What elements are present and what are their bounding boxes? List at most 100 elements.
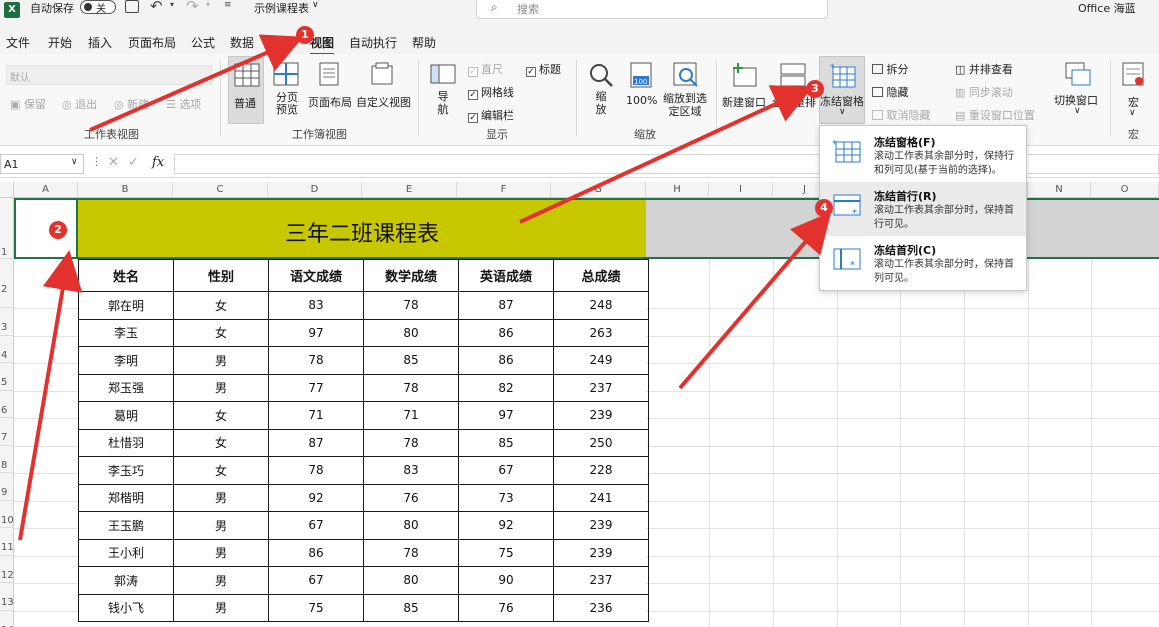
row-header[interactable]: 12 [0, 556, 14, 583]
tab-formulas[interactable]: 公式 [191, 34, 215, 51]
cell[interactable]: 男 [173, 346, 269, 375]
cell[interactable]: 郑楷明 [78, 483, 174, 512]
cell[interactable]: 女 [173, 401, 269, 430]
tab-data[interactable]: 数据 [230, 34, 254, 51]
cell[interactable]: 85 [458, 428, 554, 457]
cell[interactable]: 李明 [78, 346, 174, 375]
cell[interactable]: 92 [458, 511, 554, 540]
header-cell[interactable]: 总成绩 [553, 259, 649, 292]
cell[interactable]: 239 [553, 538, 649, 567]
cell-a1[interactable] [14, 198, 78, 259]
insert-function-icon[interactable]: fx [152, 155, 164, 170]
customize-qat-icon[interactable]: ≡ [224, 0, 232, 10]
redo-dropdown-icon[interactable]: ▾ [206, 0, 210, 9]
cell[interactable]: 80 [363, 566, 459, 595]
row-header[interactable]: 3 [0, 308, 14, 336]
cell[interactable]: 92 [268, 483, 364, 512]
side-by-side-button[interactable]: ◫ 并排查看 [955, 61, 1013, 77]
column-header[interactable]: D [268, 182, 362, 198]
cell[interactable]: 80 [363, 318, 459, 347]
autosave-toggle[interactable]: 关 [80, 0, 116, 15]
row-header[interactable]: 10 [0, 501, 14, 528]
undo-dropdown-icon[interactable]: ▾ [170, 0, 174, 9]
cell[interactable]: 228 [553, 456, 649, 485]
cell[interactable]: 女 [173, 318, 269, 347]
filename-chevron-icon[interactable]: ∨ [312, 0, 319, 10]
navigation-button[interactable]: 导航 [428, 56, 458, 124]
cell[interactable]: 71 [363, 401, 459, 430]
select-all-corner[interactable] [0, 182, 14, 198]
cell[interactable]: 248 [553, 291, 649, 320]
cell[interactable]: 男 [173, 373, 269, 402]
cell[interactable]: 87 [458, 291, 554, 320]
row-header[interactable]: 5 [0, 363, 14, 391]
cell[interactable]: 王小利 [78, 538, 174, 567]
name-box-chevron-icon[interactable]: ∨ [71, 157, 78, 167]
row-header[interactable]: 9 [0, 473, 14, 501]
cell[interactable]: 73 [458, 483, 554, 512]
cell[interactable]: 女 [173, 291, 269, 320]
cell[interactable]: 78 [268, 346, 364, 375]
cell[interactable]: 葛明 [78, 401, 174, 430]
row-header[interactable]: 2 [0, 259, 14, 308]
cell[interactable]: 83 [363, 456, 459, 485]
cell[interactable]: 86 [268, 538, 364, 567]
cell[interactable]: 78 [268, 456, 364, 485]
save-icon[interactable] [125, 0, 139, 13]
cell[interactable]: 王玉鹏 [78, 511, 174, 540]
macros-button[interactable]: 宏 ∨ [1116, 56, 1152, 124]
cell[interactable]: 87 [268, 428, 364, 457]
name-box[interactable]: A1 ∨ [0, 154, 84, 174]
menu-item-freeze-panes[interactable]: * 冻结窗格(F) 滚动工作表其余部分时，保持行和列可见(基于当前的选择)。 [820, 128, 1026, 182]
tab-insert[interactable]: 插入 [88, 34, 112, 51]
cell[interactable]: 83 [268, 291, 364, 320]
page-break-button[interactable]: 分页预览 [268, 56, 304, 124]
cell[interactable]: 78 [363, 373, 459, 402]
cell[interactable]: 75 [458, 538, 554, 567]
cell[interactable]: 李玉 [78, 318, 174, 347]
tab-file[interactable]: 文件 [6, 34, 30, 51]
header-cell[interactable]: 英语成绩 [458, 259, 554, 292]
cell[interactable]: 239 [553, 401, 649, 430]
zoom-button[interactable]: 缩放 [586, 56, 616, 124]
cell[interactable]: 82 [458, 373, 554, 402]
confirm-entry-icon[interactable]: ✓ [128, 155, 139, 170]
cell[interactable]: 263 [553, 318, 649, 347]
tab-review[interactable]: 审阅 [270, 34, 294, 51]
cell[interactable]: 90 [458, 566, 554, 595]
page-layout-button[interactable]: 页面布局 [306, 56, 352, 124]
tab-page-layout[interactable]: 页面布局 [128, 34, 176, 51]
normal-view-button[interactable]: 普通 [228, 56, 264, 124]
cell[interactable]: 78 [363, 291, 459, 320]
split-button[interactable]: 拆分 [872, 61, 909, 77]
menu-item-freeze-top-row[interactable]: * 冻结首行(R) 滚动工作表其余部分时，保持首行可见。 [820, 182, 1026, 236]
column-header[interactable]: N [1028, 182, 1091, 198]
header-cell[interactable]: 数学成绩 [363, 259, 459, 292]
header-cell[interactable]: 姓名 [78, 259, 174, 292]
column-header[interactable]: H [646, 182, 709, 198]
tab-home[interactable]: 开始 [48, 34, 72, 51]
cell[interactable]: 97 [458, 401, 554, 430]
column-header[interactable]: F [457, 182, 551, 198]
cell[interactable]: 71 [268, 401, 364, 430]
cell[interactable]: 97 [268, 318, 364, 347]
cancel-entry-icon[interactable]: ✕ [108, 155, 119, 170]
cell[interactable]: 237 [553, 566, 649, 595]
row-header[interactable]: 1 [0, 198, 14, 259]
cell[interactable]: 76 [458, 593, 554, 622]
redo-icon[interactable]: ↷ [186, 0, 199, 15]
cell[interactable]: 男 [173, 566, 269, 595]
cell[interactable]: 77 [268, 373, 364, 402]
cell[interactable]: 郭涛 [78, 566, 174, 595]
cell[interactable]: 241 [553, 483, 649, 512]
cell[interactable]: 75 [268, 593, 364, 622]
tab-help[interactable]: 帮助 [412, 34, 436, 51]
cell[interactable]: 249 [553, 346, 649, 375]
row-header[interactable]: 14 [0, 611, 14, 627]
column-header[interactable]: B [78, 182, 173, 198]
account-name[interactable]: Office 海蓝 [1078, 0, 1136, 16]
cell[interactable]: 男 [173, 538, 269, 567]
cell[interactable]: 女 [173, 428, 269, 457]
cell[interactable]: 67 [458, 456, 554, 485]
filename[interactable]: 示例课程表 [254, 0, 309, 16]
